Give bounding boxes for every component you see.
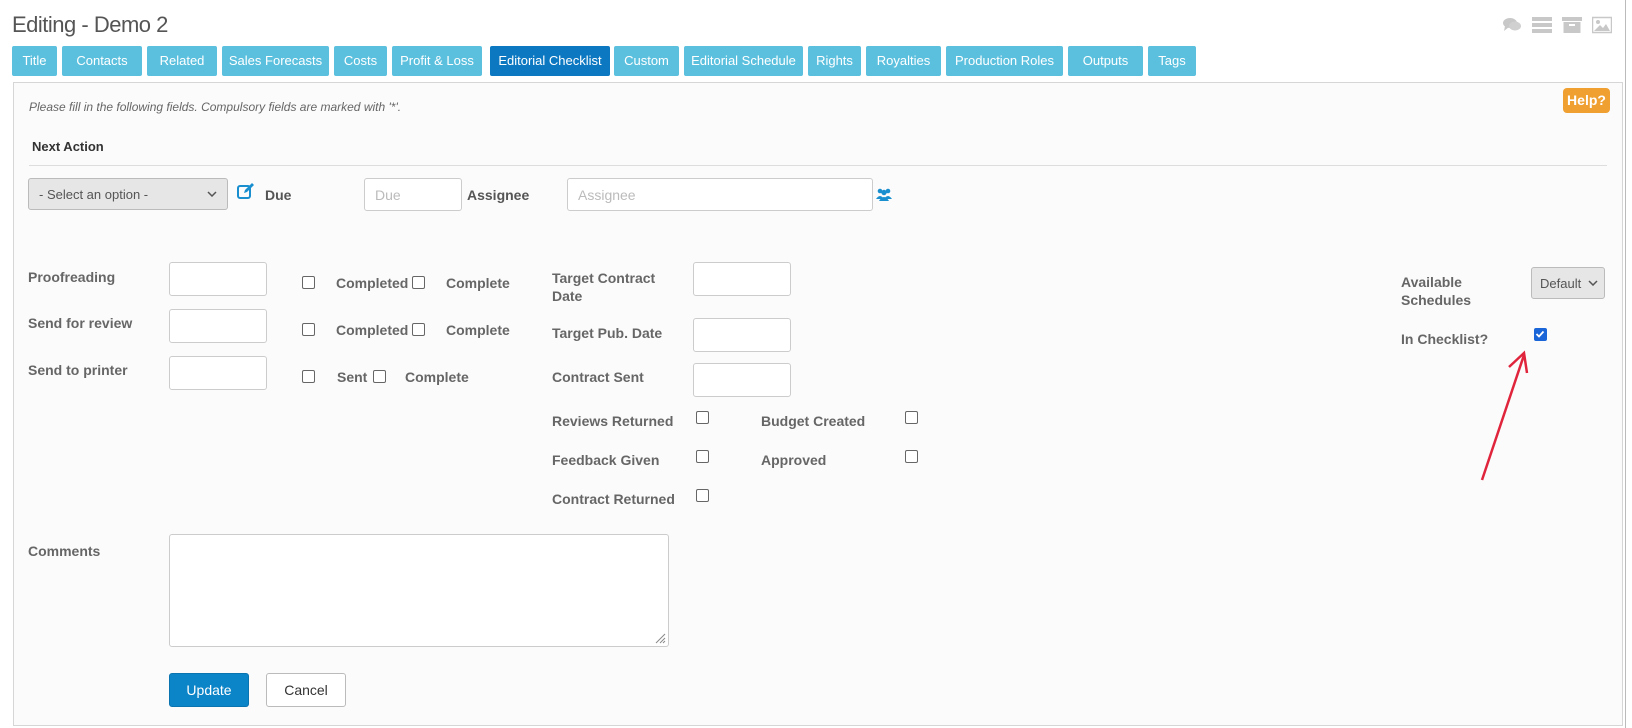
approved-label: Approved	[761, 452, 827, 468]
available-schedules-label-line2: Schedules	[1401, 292, 1472, 308]
resize-handle-icon[interactable]	[654, 632, 666, 644]
target-contract-date-label-line2: Date	[552, 288, 583, 304]
send-to-printer-sent-label: Sent	[337, 369, 368, 385]
available-schedules-label: Available Schedules	[1401, 273, 1471, 309]
help-button[interactable]: Help?	[1563, 88, 1610, 113]
due-placeholder: Due	[375, 186, 401, 203]
send-for-review-date-input[interactable]	[169, 309, 267, 343]
budget-created-checkbox[interactable]	[905, 411, 918, 424]
due-input[interactable]: Due	[364, 178, 462, 211]
send-for-review-complete-checkbox[interactable]	[412, 323, 425, 336]
proofreading-completed-label: Completed	[336, 275, 409, 291]
tab-outputs[interactable]: Outputs	[1068, 46, 1143, 76]
tab-title[interactable]: Title	[12, 46, 57, 76]
cancel-button[interactable]: Cancel	[266, 673, 346, 707]
proofreading-complete-checkbox[interactable]	[412, 276, 425, 289]
send-to-printer-sent-checkbox[interactable]	[302, 370, 315, 383]
tab-profit-loss[interactable]: Profit & Loss	[392, 46, 482, 76]
checkmark-icon	[1535, 330, 1545, 338]
send-to-printer-date-input[interactable]	[169, 356, 267, 390]
contract-returned-checkbox[interactable]	[696, 489, 709, 502]
send-to-printer-label: Send to printer	[28, 362, 128, 378]
tab-custom[interactable]: Custom	[614, 46, 679, 76]
proofreading-complete-label: Complete	[446, 275, 510, 291]
next-action-select-value: - Select an option -	[39, 186, 149, 202]
tab-editorial-schedule[interactable]: Editorial Schedule	[684, 46, 803, 76]
approved-checkbox[interactable]	[905, 450, 918, 463]
image-icon[interactable]	[1592, 16, 1612, 34]
assignee-input[interactable]: Assignee	[567, 178, 873, 211]
update-button[interactable]: Update	[169, 673, 249, 707]
tab-tags[interactable]: Tags	[1148, 46, 1196, 76]
available-schedules-select[interactable]: Default	[1531, 267, 1605, 299]
contract-sent-label: Contract Sent	[552, 369, 644, 385]
tab-related[interactable]: Related	[147, 46, 217, 76]
assignee-placeholder: Assignee	[578, 186, 636, 203]
feedback-given-checkbox[interactable]	[696, 450, 709, 463]
available-schedules-label-line1: Available	[1401, 274, 1462, 290]
section-divider	[29, 165, 1607, 166]
target-contract-date-label: Target Contract Date	[552, 269, 655, 305]
proofreading-label: Proofreading	[28, 269, 116, 285]
archive-icon[interactable]	[1562, 16, 1582, 34]
annotation-arrow-icon	[1480, 350, 1529, 481]
tab-contacts[interactable]: Contacts	[62, 46, 142, 76]
due-label: Due	[265, 187, 292, 203]
send-to-printer-complete-checkbox[interactable]	[373, 370, 386, 383]
tab-editorial-checklist[interactable]: Editorial Checklist	[490, 46, 610, 76]
send-for-review-completed-label: Completed	[336, 322, 409, 338]
send-to-printer-complete-label: Complete	[405, 369, 469, 385]
available-schedules-value: Default	[1540, 275, 1582, 291]
feedback-given-label: Feedback Given	[552, 452, 660, 468]
chevron-down-icon	[207, 191, 217, 197]
top-toolbar	[1502, 16, 1612, 34]
reviews-returned-label: Reviews Returned	[552, 413, 674, 429]
tab-costs[interactable]: Costs	[334, 46, 387, 76]
comments-textarea[interactable]	[169, 534, 669, 647]
send-for-review-complete-label: Complete	[446, 322, 510, 338]
target-contract-date-input[interactable]	[693, 262, 791, 296]
reviews-returned-checkbox[interactable]	[696, 411, 709, 424]
assignee-label: Assignee	[467, 187, 530, 203]
form-intro-text: Please fill in the following fields. Com…	[29, 100, 402, 114]
send-for-review-completed-checkbox[interactable]	[302, 323, 315, 336]
scrollbar[interactable]	[1625, 0, 1626, 728]
tab-royalties[interactable]: Royalties	[866, 46, 941, 76]
next-action-heading: Next Action	[32, 139, 104, 154]
chevron-down-icon	[1588, 280, 1598, 286]
next-action-select[interactable]: - Select an option -	[28, 178, 228, 210]
page-title: Editing - Demo 2	[12, 12, 168, 37]
target-pub-date-input[interactable]	[693, 318, 791, 352]
comments-label: Comments	[28, 543, 101, 559]
list-icon[interactable]	[1532, 16, 1552, 34]
proofreading-completed-checkbox[interactable]	[302, 276, 315, 289]
tab-production-roles[interactable]: Production Roles	[946, 46, 1063, 76]
contract-returned-label: Contract Returned	[552, 491, 675, 507]
tab-sales-forecasts[interactable]: Sales Forecasts	[222, 46, 329, 76]
send-for-review-label: Send for review	[28, 315, 133, 331]
edit-icon[interactable]	[237, 182, 255, 200]
users-icon[interactable]	[876, 187, 892, 201]
target-contract-date-label-line1: Target Contract	[552, 270, 656, 286]
budget-created-label: Budget Created	[761, 413, 866, 429]
contract-sent-input[interactable]	[693, 363, 791, 397]
target-pub-date-label: Target Pub. Date	[552, 325, 663, 341]
comments-icon[interactable]	[1502, 16, 1522, 34]
proofreading-date-input[interactable]	[169, 262, 267, 296]
in-checklist-checkbox[interactable]	[1534, 328, 1547, 341]
tab-rights[interactable]: Rights	[808, 46, 861, 76]
